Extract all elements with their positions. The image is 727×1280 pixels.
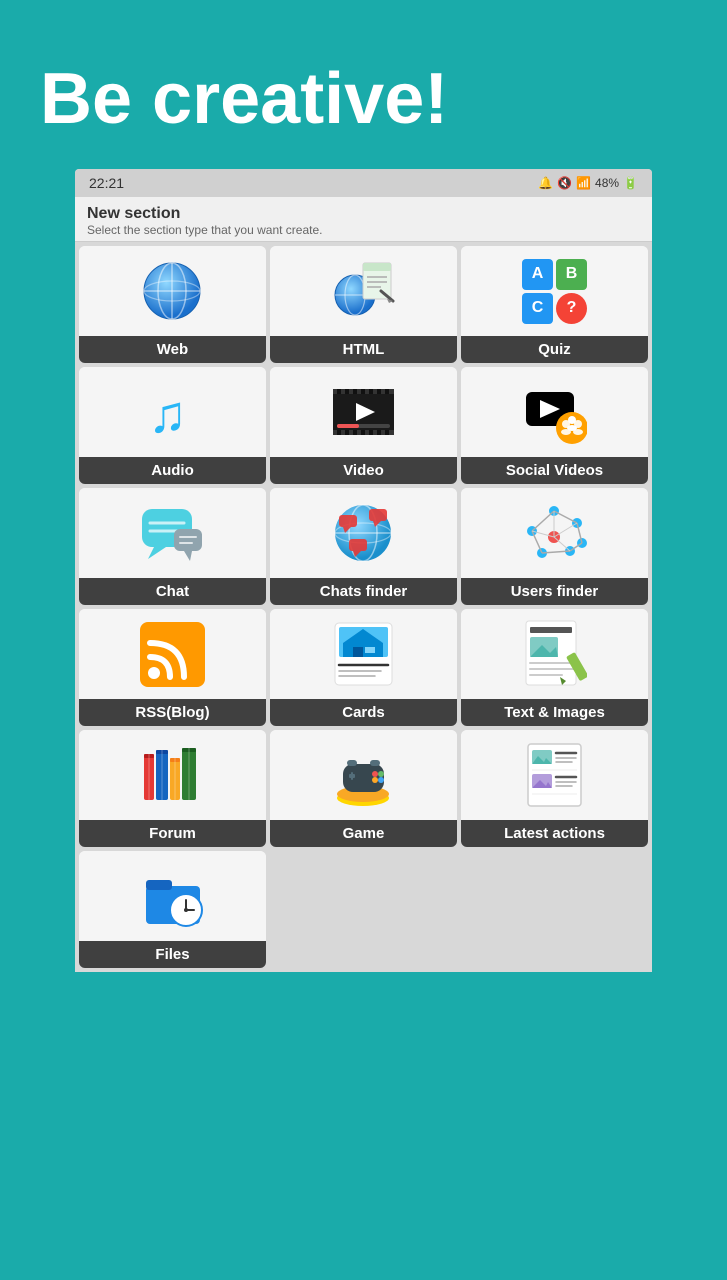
- html-icon: [331, 259, 396, 324]
- chats-finder-icon: [331, 501, 396, 566]
- latest-actions-icon-container: [461, 730, 648, 820]
- quiz-c: C: [522, 293, 553, 324]
- quiz-q: ?: [556, 293, 587, 324]
- users-finder-label: Users finder: [461, 578, 648, 605]
- grid-item-files[interactable]: Files: [79, 851, 266, 968]
- files-icon: [140, 864, 205, 929]
- svg-text:♫: ♫: [148, 386, 187, 444]
- hero-section: Be creative!: [0, 0, 727, 169]
- text-images-label: Text & Images: [461, 699, 648, 726]
- video-icon-container: [270, 367, 457, 457]
- quiz-a: A: [522, 259, 553, 290]
- rss-label: RSS(Blog): [79, 699, 266, 726]
- mute-icon: 🔇: [557, 176, 572, 190]
- grid-item-text-images[interactable]: Text & Images: [461, 609, 648, 726]
- grid-item-quiz[interactable]: A B C ? Quiz: [461, 246, 648, 363]
- quiz-icon-container: A B C ?: [461, 246, 648, 336]
- cards-label: Cards: [270, 699, 457, 726]
- audio-icon: ♫: [143, 380, 203, 445]
- chats-finder-label: Chats finder: [270, 578, 457, 605]
- rss-symbol: [146, 631, 196, 681]
- forum-label: Forum: [79, 820, 266, 847]
- users-finder-icon-container: [461, 488, 648, 578]
- grid-item-video[interactable]: Video: [270, 367, 457, 484]
- grid-item-html[interactable]: HTML: [270, 246, 457, 363]
- grid-item-chat[interactable]: Chat: [79, 488, 266, 605]
- web-label: Web: [79, 336, 266, 363]
- html-icon-container: [270, 246, 457, 336]
- game-icon-container: [270, 730, 457, 820]
- audio-icon-container: ♫: [79, 367, 266, 457]
- chat-icon-container: [79, 488, 266, 578]
- video-label: Video: [270, 457, 457, 484]
- grid-item-chats-finder[interactable]: Chats finder: [270, 488, 457, 605]
- files-icon-container: [79, 851, 266, 941]
- time: 22:21: [89, 175, 124, 191]
- quiz-icon: A B C ?: [522, 259, 587, 324]
- status-bar: 22:21 🔔 🔇 📶 48% 🔋: [75, 169, 652, 197]
- audio-label: Audio: [79, 457, 266, 484]
- grid-item-web[interactable]: Web: [79, 246, 266, 363]
- files-label: Files: [79, 941, 266, 968]
- social-videos-icon: [522, 380, 587, 445]
- section-subtitle: Select the section type that you want cr…: [87, 223, 640, 237]
- text-images-icon: [522, 619, 587, 689]
- video-icon: [331, 387, 396, 437]
- grid-item-audio[interactable]: ♫ Audio: [79, 367, 266, 484]
- game-icon: [331, 740, 396, 810]
- web-icon-container: [79, 246, 266, 336]
- latest-actions-label: Latest actions: [461, 820, 648, 847]
- latest-actions-icon: [522, 740, 587, 810]
- grid-item-latest-actions[interactable]: Latest actions: [461, 730, 648, 847]
- grid-item-game[interactable]: Game: [270, 730, 457, 847]
- users-finder-icon: [522, 501, 587, 566]
- rss-icon: [140, 622, 205, 687]
- chat-label: Chat: [79, 578, 266, 605]
- social-videos-label: Social Videos: [461, 457, 648, 484]
- grid-item-cards[interactable]: Cards: [270, 609, 457, 726]
- signal-icon: 📶: [576, 176, 591, 190]
- forum-icon-container: [79, 730, 266, 820]
- quiz-label: Quiz: [461, 336, 648, 363]
- chat-icon: [140, 501, 205, 566]
- cards-icon: [331, 619, 396, 689]
- hero-text: Be creative!: [0, 0, 727, 169]
- html-label: HTML: [270, 336, 457, 363]
- text-images-icon-container: [461, 609, 648, 699]
- grid-item-rss[interactable]: RSS(Blog): [79, 609, 266, 726]
- chats-finder-icon-container: [270, 488, 457, 578]
- game-label: Game: [270, 820, 457, 847]
- grid-item-forum[interactable]: Forum: [79, 730, 266, 847]
- section-grid: Web: [75, 242, 652, 972]
- grid-item-users-finder[interactable]: Users finder: [461, 488, 648, 605]
- rss-icon-container: [79, 609, 266, 699]
- web-icon: [140, 259, 205, 324]
- social-videos-icon-container: [461, 367, 648, 457]
- section-title: New section: [87, 205, 640, 223]
- forum-icon: [140, 740, 205, 810]
- section-header: New section Select the section type that…: [75, 197, 652, 242]
- alarm-icon: 🔔: [538, 176, 553, 190]
- status-icons: 🔔 🔇 📶 48% 🔋: [538, 176, 638, 190]
- quiz-b: B: [556, 259, 587, 290]
- cards-icon-container: [270, 609, 457, 699]
- battery-icon: 🔋: [623, 176, 638, 190]
- phone-frame: 22:21 🔔 🔇 📶 48% 🔋 New section Select the…: [75, 169, 652, 972]
- battery-text: 48%: [595, 176, 619, 190]
- grid-item-social-videos[interactable]: Social Videos: [461, 367, 648, 484]
